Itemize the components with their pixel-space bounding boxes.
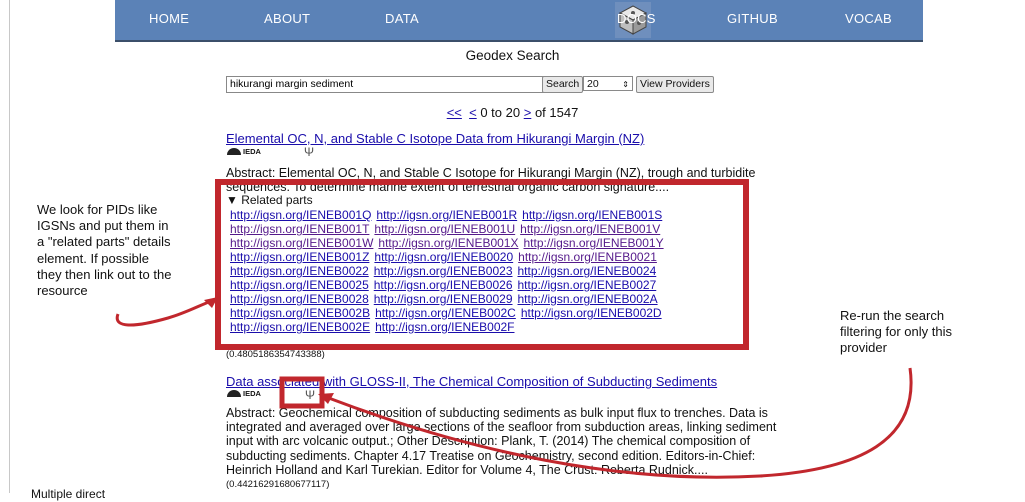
annotation-overlay xyxy=(115,179,913,479)
arrow-to-related-parts xyxy=(115,298,215,327)
provider-icon-highlight-box xyxy=(279,376,325,409)
related-parts-highlight-box xyxy=(215,179,749,350)
arrow-to-provider-icon xyxy=(325,367,913,479)
